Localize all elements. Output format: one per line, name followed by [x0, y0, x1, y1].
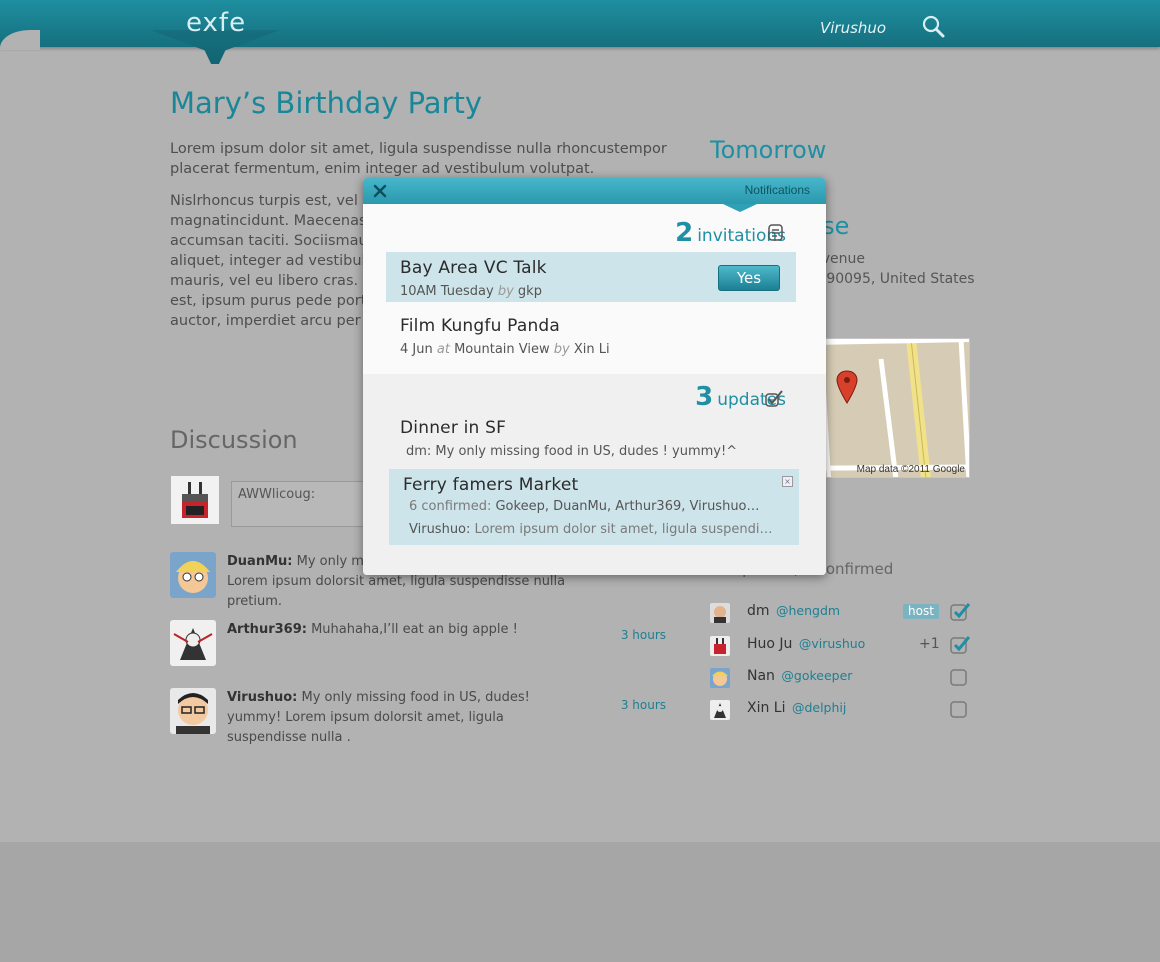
- message-user: Virushuo:: [409, 522, 471, 537]
- popup-header: Notifications: [363, 178, 826, 204]
- update-title: Dinner in SF: [400, 418, 507, 438]
- dismiss-icon[interactable]: ×: [782, 476, 793, 487]
- confirmed-names: Gokeep, DuanMu, Arthur369, Virushuo…: [495, 499, 760, 514]
- by-label: by: [497, 284, 514, 299]
- attendee-row: Huo Ju @virushuo +1: [710, 634, 972, 662]
- attendee-handle[interactable]: @virushuo: [799, 636, 865, 651]
- attendee-name: Nan: [747, 668, 775, 684]
- user-avatar-icon: [170, 552, 216, 598]
- invitation-time: 4 Jun: [400, 342, 433, 357]
- attendee-handle[interactable]: @gokeeper: [781, 668, 852, 683]
- attendee-row: Nan @gokeeper: [710, 666, 972, 694]
- confirmed-label: 6 confirmed:: [409, 499, 492, 514]
- invitations-section: 2 invitations Bay Area VC Talk 10AM Tuesd…: [363, 204, 826, 374]
- checkbox-unchecked-icon[interactable]: [950, 667, 970, 687]
- user-avatar-icon: [710, 603, 730, 623]
- invitation-host: Xin Li: [573, 342, 610, 357]
- comment-author[interactable]: Arthur369:: [227, 622, 307, 637]
- robot-avatar-icon: [710, 636, 730, 656]
- attendee-handle[interactable]: @hengdm: [776, 603, 840, 618]
- attendee-name: Xin Li: [747, 700, 786, 716]
- checkbox-unchecked-icon[interactable]: [950, 699, 970, 719]
- attendee-avatar[interactable]: [710, 636, 730, 656]
- attendee-row: Xin Li @delphij: [710, 698, 972, 726]
- map-pin-icon: [836, 370, 858, 404]
- search-icon[interactable]: [921, 14, 945, 38]
- attendee-row: dm @hengdm host: [710, 601, 972, 629]
- attendee-name: dm: [747, 603, 770, 619]
- comment-text: Muhahaha,I’ll eat an big apple !: [311, 622, 518, 637]
- at-label: at: [436, 342, 450, 357]
- attendee-plus-count: +1: [919, 636, 940, 652]
- invitation-place: Mountain View: [454, 342, 550, 357]
- composer-avatar: [171, 476, 219, 524]
- attendee-avatar[interactable]: [710, 700, 730, 720]
- comment-author[interactable]: DuanMu:: [227, 554, 292, 569]
- comment-time: 3 hours: [620, 628, 666, 642]
- event-title: Mary’s Birthday Party: [170, 86, 483, 120]
- host-badge: host: [903, 604, 939, 619]
- event-when: Tomorrow: [710, 136, 827, 164]
- update-item[interactable]: Dinner in SF dm: My only missing food in…: [386, 412, 796, 464]
- invitations-count: 2: [675, 218, 694, 248]
- document-icon: [768, 224, 783, 241]
- close-icon[interactable]: [372, 183, 388, 199]
- user-avatar-icon: [710, 700, 730, 720]
- attendee-avatar[interactable]: [710, 668, 730, 688]
- notifications-popup: Notifications 2 invitations Bay Area VC T…: [363, 178, 826, 575]
- avatar[interactable]: [170, 552, 216, 598]
- invitation-item[interactable]: Film Kungfu Panda 4 Jun at Mountain View…: [386, 310, 796, 362]
- updates-count: 3: [695, 382, 714, 412]
- updates-section: 3 updates Dinner in SF dm: My only missin…: [363, 374, 826, 575]
- avatar[interactable]: [170, 688, 216, 734]
- user-avatar-icon: [170, 620, 216, 666]
- message-text: Lorem ipsum dolor sit amet, ligula suspe…: [474, 522, 773, 537]
- invitation-host: gkp: [517, 284, 542, 299]
- invitation-time: 10AM Tuesday: [400, 284, 494, 299]
- comment-time: 3 hours: [620, 698, 666, 712]
- check-icon: [765, 390, 783, 407]
- discussion-title: Discussion: [170, 426, 298, 454]
- comment-author[interactable]: Virushuo:: [227, 690, 297, 705]
- checkbox-checked-icon[interactable]: [950, 602, 970, 622]
- accept-yes-button[interactable]: Yes: [718, 265, 780, 291]
- attendee-name: Huo Ju: [747, 636, 793, 652]
- user-name[interactable]: Virushuo: [820, 19, 886, 37]
- user-avatar-icon: [170, 688, 216, 734]
- footer-area: [0, 842, 1160, 962]
- invitation-item[interactable]: Bay Area VC Talk 10AM Tuesday by gkp Yes: [386, 252, 796, 302]
- user-avatar-icon: [710, 668, 730, 688]
- top-bar: [0, 0, 1160, 50]
- invitation-title: Film Kungfu Panda: [400, 316, 561, 336]
- popup-title: Notifications: [744, 183, 810, 197]
- top-bar-corner: [0, 30, 40, 50]
- update-line: dm: My only missing food in US, dudes ! …: [406, 444, 738, 459]
- update-item[interactable]: × Ferry famers Market 6 confirmed: Gokee…: [389, 469, 799, 545]
- checkbox-checked-icon[interactable]: [950, 635, 970, 655]
- logo[interactable]: exfe: [186, 8, 246, 38]
- update-title: Ferry famers Market: [403, 475, 579, 495]
- attendee-handle[interactable]: @delphij: [792, 700, 846, 715]
- event-description-1: Lorem ipsum dolor sit amet, ligula suspe…: [170, 141, 667, 177]
- attendee-avatar[interactable]: [710, 603, 730, 623]
- avatar[interactable]: [170, 620, 216, 666]
- robot-avatar-icon: [171, 476, 219, 524]
- map-credit: Map data ©2011 Google: [856, 464, 965, 475]
- by-label: by: [553, 342, 570, 357]
